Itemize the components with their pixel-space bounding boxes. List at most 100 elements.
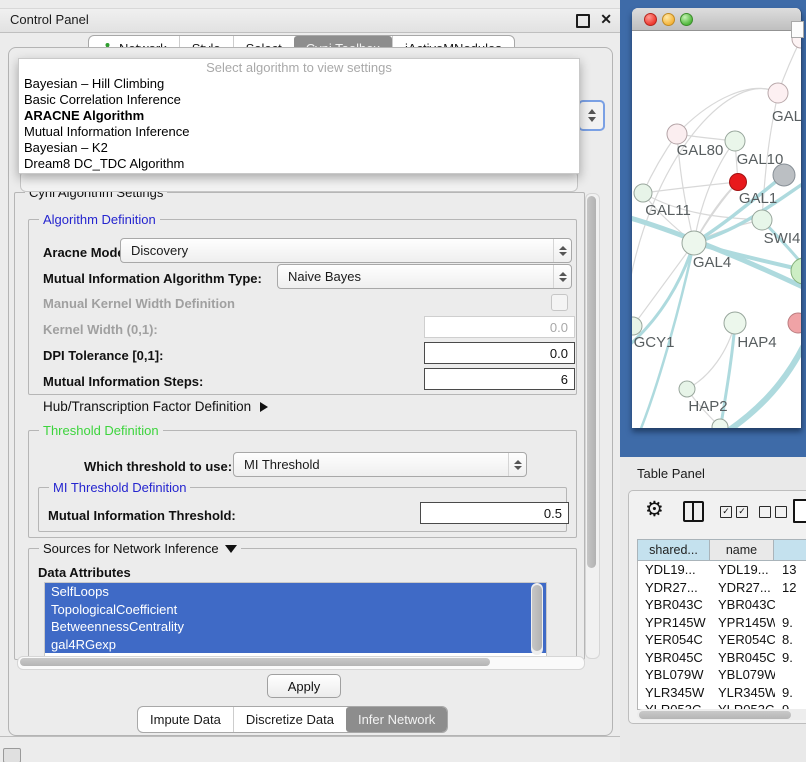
table-cell: YDL19... xyxy=(638,562,711,577)
node-y[interactable] xyxy=(788,313,801,333)
corner-widget-icon[interactable] xyxy=(3,748,21,762)
minimize-traffic-light[interactable] xyxy=(662,13,675,26)
table-hscrollbar-thumb[interactable] xyxy=(639,711,791,719)
node-gal1[interactable] xyxy=(730,174,747,191)
column-header-name[interactable]: name xyxy=(710,539,774,561)
columns-icon[interactable] xyxy=(683,501,704,522)
node[interactable] xyxy=(712,419,728,428)
node-hap2[interactable] xyxy=(679,381,695,397)
apply-button[interactable]: Apply xyxy=(267,674,341,698)
attr-list-scrollbar-thumb[interactable] xyxy=(532,585,542,651)
algorithm-option-bayesian-hill-climbing[interactable]: Bayesian – Hill Climbing xyxy=(19,76,579,92)
attribute-item-betweennesscentrality[interactable]: BetweennessCentrality xyxy=(45,618,546,636)
table-cell: YLR345W xyxy=(638,685,711,700)
node-gcy1[interactable] xyxy=(632,317,642,335)
aracne-mode-select[interactable]: Discovery xyxy=(120,238,572,263)
dpi-tolerance-value: 0.0 xyxy=(550,346,568,361)
kernel-width-field[interactable]: 0.0 xyxy=(424,316,575,338)
kernel-width-label: Kernel Width (0,1): xyxy=(43,322,158,337)
algorithm-popup-placeholder: Select algorithm to view settings xyxy=(19,59,579,76)
table-cell: YER054C xyxy=(711,632,775,647)
hub-definition-toggle[interactable]: Hub/Transcription Factor Definition xyxy=(43,399,268,414)
settings-hscrollbar-thumb[interactable] xyxy=(20,658,490,666)
algorithm-popup-list: Bayesian – Hill ClimbingBasic Correlatio… xyxy=(19,76,579,173)
checked-box-icon: ✓ xyxy=(720,506,732,518)
which-threshold-select[interactable]: MI Threshold xyxy=(233,452,527,477)
table-horizontal-scrollbar[interactable] xyxy=(637,709,806,720)
attr-list-scrollbar[interactable] xyxy=(531,583,543,655)
tab-discretize-data[interactable]: Discretize Data xyxy=(233,707,346,732)
algorithm-definition-title: Algorithm Definition xyxy=(39,212,160,227)
close-icon[interactable]: ✕ xyxy=(600,11,612,28)
node-hap4[interactable] xyxy=(724,312,746,334)
dpi-tolerance-field[interactable]: 0.0 xyxy=(424,342,575,364)
node-label-gal: GAL xyxy=(772,108,801,125)
settings-scrollbar-thumb[interactable] xyxy=(587,196,596,568)
algorithm-option-dream8-dc-tdc-algorithm[interactable]: Dream8 DC_TDC Algorithm xyxy=(19,156,579,172)
node-gal10[interactable] xyxy=(725,131,745,151)
table-row[interactable]: YBR043CYBR043C xyxy=(638,596,806,614)
tab-impute-data[interactable]: Impute Data xyxy=(138,707,233,732)
select-all-columns-icon[interactable]: ✓ ✓ xyxy=(720,506,748,518)
dpi-tolerance-label: DPI Tolerance [0,1]: xyxy=(43,348,163,363)
table-row[interactable]: YBR045CYBR045C9. xyxy=(638,649,806,667)
inference-algorithm-stepper[interactable] xyxy=(578,100,605,131)
node-gal[interactable] xyxy=(768,83,788,103)
attribute-item-gal4rgexp[interactable]: gal4RGexp xyxy=(45,636,546,654)
table-row[interactable]: YPR145WYPR145W9. xyxy=(638,614,806,632)
data-attributes-list[interactable]: SelfLoopsTopologicalCoefficientBetweenne… xyxy=(44,582,547,658)
chevron-down-icon xyxy=(588,117,596,122)
algorithm-option-bayesian-k2[interactable]: Bayesian – K2 xyxy=(19,140,579,156)
close-traffic-light[interactable] xyxy=(644,13,657,26)
column-header-shared-[interactable]: shared... xyxy=(637,539,710,561)
control-panel-title: Control Panel xyxy=(10,12,89,27)
sources-group-header[interactable]: Sources for Network Inference xyxy=(39,541,241,556)
attribute-item-selfloops[interactable]: SelfLoops xyxy=(45,583,546,601)
table-cell: 8. xyxy=(775,632,806,647)
network-edge-selected xyxy=(632,243,694,347)
deselect-all-columns-icon[interactable] xyxy=(759,506,787,518)
table-cell: YBR043C xyxy=(711,597,775,612)
mi-threshold-value: 0.5 xyxy=(544,506,562,521)
network-view-window[interactable]: GALGAL80GAL10GAL1GAL11SWI4GAL4GCY1HAP4YH… xyxy=(632,8,802,428)
table-cell: 9. xyxy=(775,685,806,700)
table-row[interactable]: YLR345WYLR345W9. xyxy=(638,684,806,702)
column-header-cut[interactable] xyxy=(774,539,806,561)
export-table-icon[interactable] xyxy=(793,499,806,523)
zoom-traffic-light[interactable] xyxy=(680,13,693,26)
node-gal4[interactable] xyxy=(682,231,706,255)
tab-infer-network[interactable]: Infer Network xyxy=(346,707,447,732)
algorithm-option-mutual-information-inference[interactable]: Mutual Information Inference xyxy=(19,124,579,140)
mi-type-select[interactable]: Naive Bayes xyxy=(277,264,572,289)
table-row[interactable]: YDR27...YDR27...12 xyxy=(638,579,806,597)
float-window-icon[interactable] xyxy=(576,14,590,28)
table-panel-body: ⚙ ✓ ✓ shared...name YDL19...YDL19...13YD… xyxy=(628,490,806,724)
node-gal80[interactable] xyxy=(667,124,687,144)
algorithm-option-aracne-algorithm[interactable]: ARACNE Algorithm xyxy=(19,108,579,124)
gear-icon[interactable]: ⚙ xyxy=(645,497,664,522)
mi-threshold-field[interactable]: 0.5 xyxy=(420,502,569,524)
table-row[interactable]: YDL19...YDL19...13 xyxy=(638,561,806,579)
network-scrollbar-stub[interactable] xyxy=(791,21,804,38)
chevron-up-down-icon xyxy=(553,265,571,288)
mi-type-value: Naive Bayes xyxy=(278,269,553,284)
tab-label: Discretize Data xyxy=(246,712,334,727)
mi-steps-label: Mutual Information Steps: xyxy=(43,374,203,389)
node-swi4[interactable] xyxy=(752,210,772,230)
node-label-gcy1: GCY1 xyxy=(634,334,675,351)
manual-kernel-checkbox[interactable] xyxy=(551,294,568,311)
mi-threshold-label: Mutual Information Threshold: xyxy=(48,508,236,523)
table-row[interactable]: YER054CYER054C8. xyxy=(638,631,806,649)
node-label-hap2: HAP2 xyxy=(688,398,727,415)
mi-type-label: Mutual Information Algorithm Type: xyxy=(43,271,262,286)
node-gal11[interactable] xyxy=(634,184,652,202)
network-window-titlebar[interactable] xyxy=(632,8,801,31)
algorithm-option-basic-correlation-inference[interactable]: Basic Correlation Inference xyxy=(19,92,579,108)
mi-steps-field[interactable]: 6 xyxy=(424,368,575,390)
table-row[interactable]: YBL079WYBL079W xyxy=(638,666,806,684)
node-label-gal80: GAL80 xyxy=(677,142,724,159)
attribute-item-topologicalcoefficient[interactable]: TopologicalCoefficient xyxy=(45,601,546,619)
settings-vertical-scrollbar[interactable] xyxy=(585,193,600,659)
settings-horizontal-scrollbar[interactable] xyxy=(17,656,585,670)
network-canvas[interactable]: GALGAL80GAL10GAL1GAL11SWI4GAL4GCY1HAP4YH… xyxy=(632,31,801,428)
